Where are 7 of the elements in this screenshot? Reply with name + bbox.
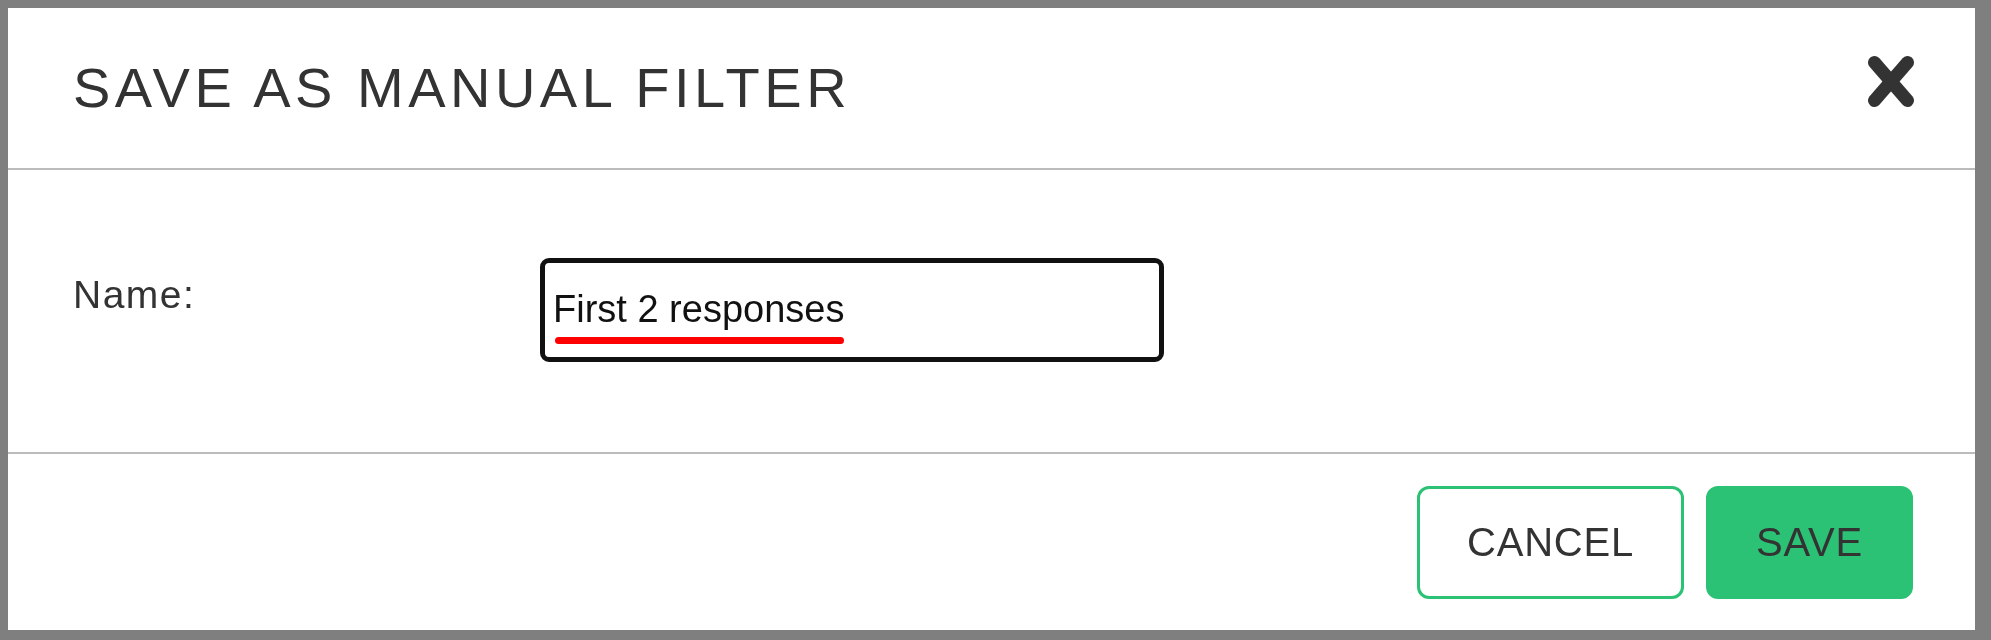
- close-button[interactable]: [1868, 55, 1914, 107]
- text-field[interactable]: First 2 responses: [540, 258, 1164, 362]
- field-label: Name:: [73, 272, 196, 318]
- save-button[interactable]: SAVE: [1706, 485, 1913, 599]
- cancel-button[interactable]: CANCEL: [1416, 485, 1685, 599]
- close-icon: [1868, 55, 1914, 107]
- dialog-title: SAVE AS MANUAL FILTER: [73, 55, 852, 122]
